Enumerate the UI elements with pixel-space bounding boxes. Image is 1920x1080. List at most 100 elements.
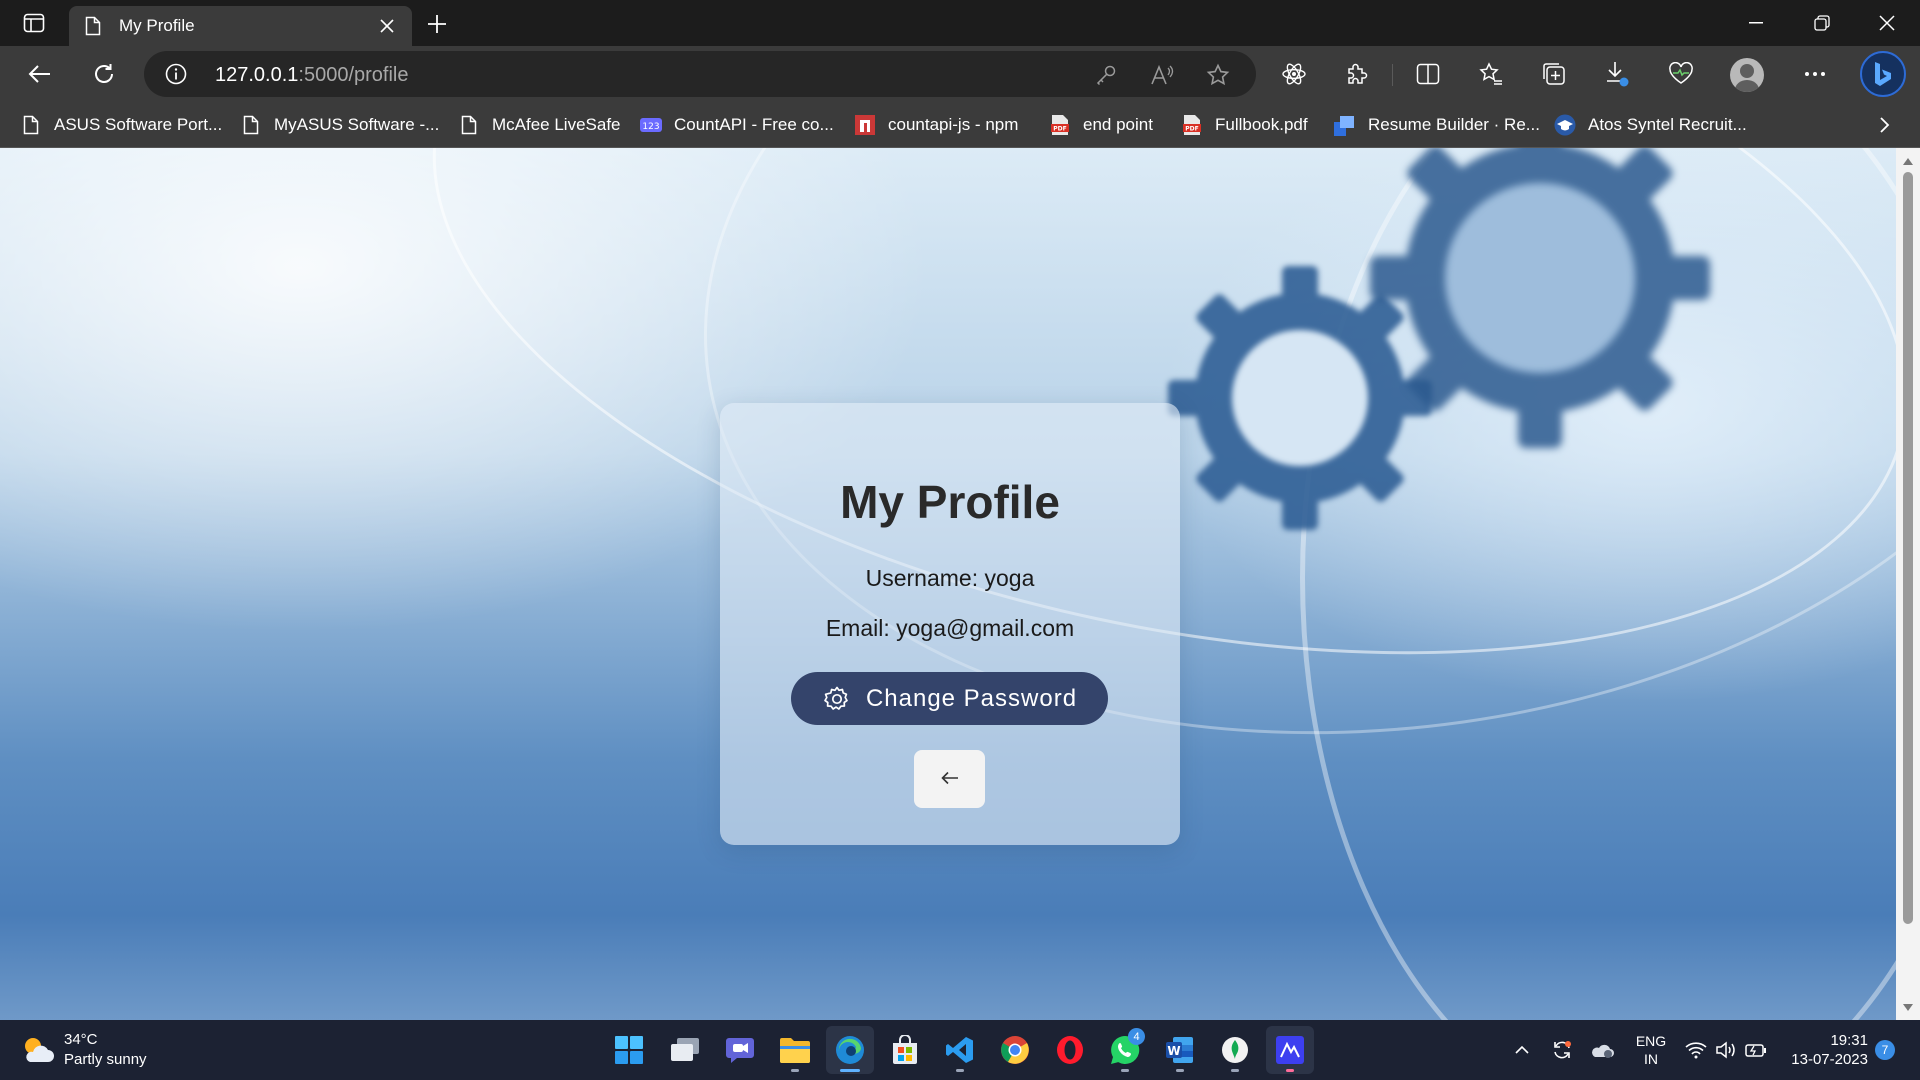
browser-essentials-icon[interactable] [1662,56,1700,92]
chevron-up-icon[interactable] [1510,1038,1534,1062]
svg-text:W: W [1167,1044,1180,1058]
opera-icon[interactable] [1046,1026,1094,1074]
language-code: ENG [1635,1033,1667,1049]
weather-widget[interactable]: 34°C Partly sunny [20,1028,147,1072]
back-button[interactable] [914,750,985,808]
pdf-icon: PDF [1181,114,1203,136]
region-code: IN [1644,1051,1658,1067]
svg-text:PDF: PDF [1053,126,1066,133]
running-indicator [840,1069,860,1072]
collections-icon[interactable] [1535,56,1573,92]
svg-text:PDF: PDF [1185,126,1198,133]
favorite-star-icon[interactable] [1204,61,1232,89]
vscode-icon[interactable] [936,1026,984,1074]
pdf-icon: PDF [1049,114,1071,136]
mongodb-app-icon[interactable] [1266,1026,1314,1074]
tab-actions-icon[interactable] [14,9,54,37]
change-password-button[interactable]: Change Password [791,672,1108,725]
npm-icon [854,114,876,136]
weather-condition: Partly sunny [64,1051,147,1068]
page-icon [83,16,103,36]
back-icon[interactable] [21,56,59,92]
system-clock[interactable]: 19:31 13-07-2023 [1784,1031,1868,1069]
clock-date: 13-07-2023 [1791,1051,1868,1068]
refresh-icon[interactable] [85,56,123,92]
arrow-left-icon [940,771,959,788]
windows-start-icon[interactable] [605,1026,653,1074]
notification-badge[interactable]: 7 [1875,1040,1895,1060]
profile-avatar[interactable] [1730,58,1764,92]
task-view-icon[interactable] [661,1026,709,1074]
edge-browser-icon[interactable] [826,1026,874,1074]
minimize-button[interactable] [1723,0,1789,46]
bookmark-countapi-js-npm[interactable]: countapi-js - npm [854,102,1018,148]
page-icon [240,114,262,136]
scrollbar-thumb[interactable] [1903,172,1913,924]
browser-tab-active[interactable]: My Profile [69,6,412,46]
new-tab-button[interactable] [420,9,454,39]
onedrive-icon[interactable] [1590,1038,1614,1062]
file-explorer-icon[interactable] [771,1026,819,1074]
running-indicator [1176,1069,1184,1072]
teams-chat-icon[interactable] [716,1026,764,1074]
react-devtools-icon[interactable] [1275,56,1313,92]
word-icon[interactable]: W [1156,1026,1204,1074]
bing-copilot-icon[interactable] [1860,51,1906,97]
change-password-label: Change Password [865,684,1078,712]
bookmark-fullbook-pdf[interactable]: PDF Fullbook.pdf [1181,102,1308,148]
sync-icon[interactable] [1550,1038,1574,1062]
bookmark-mcafee-livesafe[interactable]: McAfee LiveSafe [458,102,621,148]
email-text: Email: yoga@gmail.com [825,615,1075,641]
read-aloud-icon[interactable] [1148,61,1176,89]
chrome-icon[interactable] [991,1026,1039,1074]
bookmark-label: countapi-js - npm [888,115,1019,134]
bookmark-label: ASUS Software Port... [54,115,223,134]
bookmark-myasus-software[interactable]: MyASUS Software -... [240,102,439,148]
password-key-icon[interactable] [1092,61,1120,89]
bookmarks-bar: ASUS Software Port... MyASUS Software -.… [0,102,1920,148]
bookmark-end-point[interactable]: PDF end point [1049,102,1153,148]
running-indicator [956,1069,964,1072]
bookmark-label: CountAPI - Free co... [674,115,834,134]
volume-icon[interactable] [1714,1038,1738,1062]
favorites-icon[interactable] [1472,56,1510,92]
windows-taskbar: 34°C Partly sunny 4 W ENG IN 19:31 13-07… [0,1020,1920,1080]
scroll-down-icon[interactable] [1896,998,1920,1016]
extensions-icon[interactable] [1338,56,1376,92]
language-indicator[interactable]: ENG IN [1634,1032,1668,1068]
address-bar[interactable]: 127.0.0.1:5000/profile [144,51,1256,97]
mongodb-compass-icon[interactable] [1211,1026,1259,1074]
page-scrollbar[interactable] [1896,148,1920,1020]
running-indicator [1121,1069,1129,1072]
close-window-button[interactable] [1854,0,1920,46]
chevron-right-icon[interactable] [1870,112,1900,138]
split-screen-icon[interactable] [1409,56,1447,92]
microsoft-store-icon[interactable] [881,1026,929,1074]
browser-titlebar: My Profile [0,0,1920,46]
resume-icon [1334,114,1356,136]
bookmark-label: MyASUS Software -... [274,115,440,134]
battery-icon[interactable] [1744,1038,1768,1062]
bookmark-asus-software-portal[interactable]: ASUS Software Port... [20,102,222,148]
countapi-icon: 123 [640,114,662,136]
bookmark-label: Atos Syntel Recruit... [1588,115,1747,134]
gear-icon [822,684,852,714]
bookmark-label: end point [1083,115,1153,134]
bookmark-label: McAfee LiveSafe [492,115,621,134]
wifi-icon[interactable] [1684,1038,1708,1062]
downloads-icon[interactable] [1598,56,1636,92]
more-options-icon[interactable] [1796,56,1834,92]
close-tab-icon[interactable] [374,13,400,39]
url-text[interactable]: 127.0.0.1:5000/profile [215,64,409,87]
scroll-up-icon[interactable] [1896,152,1920,170]
site-info-icon[interactable] [164,62,188,86]
profile-card: My Profile Username: yoga Email: yoga@gm… [720,403,1180,845]
gear-decoration-icon [1350,148,1730,473]
bookmark-resume-builder[interactable]: Resume Builder · Re... [1334,102,1540,148]
bookmark-countapi[interactable]: 123 CountAPI - Free co... [640,102,834,148]
clock-time: 19:31 [1830,1032,1868,1049]
restore-button[interactable] [1789,0,1855,46]
whatsapp-icon[interactable]: 4 [1101,1026,1149,1074]
bookmark-atos-syntel[interactable]: Atos Syntel Recruit... [1554,102,1747,148]
tab-title: My Profile [119,16,195,35]
